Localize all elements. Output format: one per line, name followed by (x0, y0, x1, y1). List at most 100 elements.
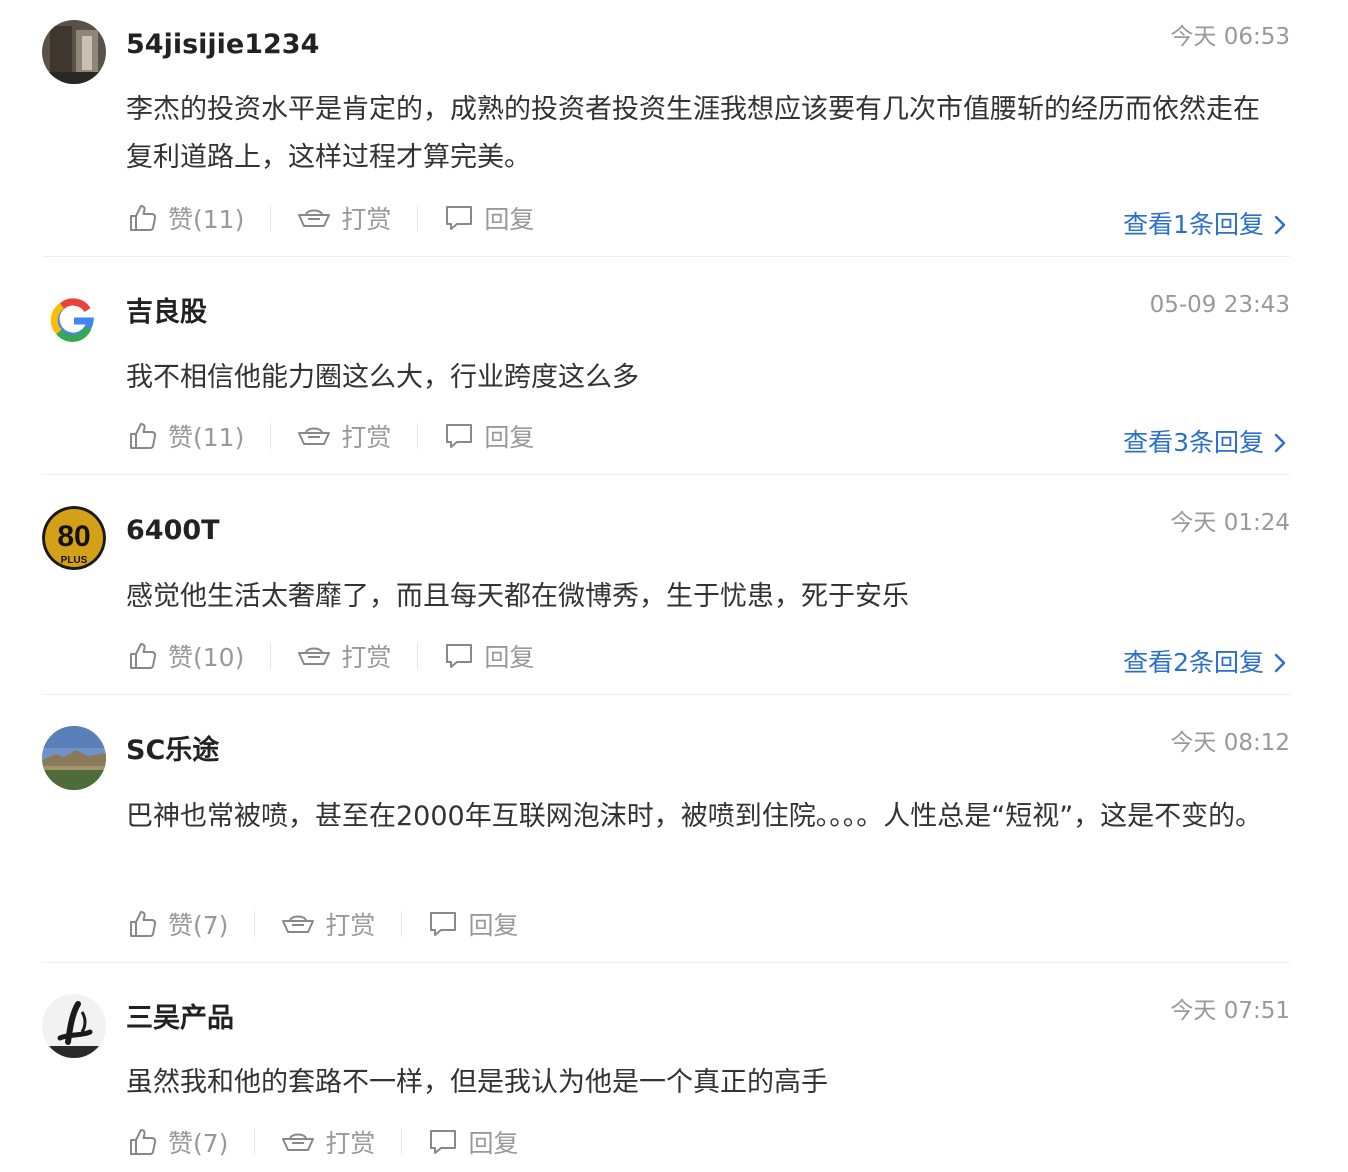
comment-text: 虽然我和他的套路不一样，但是我认为他是一个真正的高手 (126, 1067, 828, 1098)
ingot-tip-icon (282, 915, 315, 933)
avatar-image (42, 726, 106, 790)
timestamp: 今天 01:24 (1170, 510, 1290, 536)
divider (254, 1129, 256, 1155)
username[interactable]: SC乐途 (126, 734, 219, 768)
tip-button[interactable]: 打赏 (297, 200, 391, 236)
like-button[interactable]: 赞(7) (128, 1124, 228, 1160)
action-bar: 赞(11) 打赏 回复 (128, 201, 534, 235)
like-count: 赞(11) (168, 423, 245, 452)
divider (254, 911, 256, 937)
tip-button[interactable]: 打赏 (297, 638, 391, 674)
comment-divider (42, 694, 1290, 695)
divider (270, 423, 272, 449)
username[interactable]: 吉良股 (126, 296, 207, 330)
divider (417, 643, 419, 669)
reply-button[interactable]: 回复 (428, 906, 518, 942)
reply-button[interactable]: 回复 (428, 1124, 518, 1160)
reply-label: 回复 (484, 205, 535, 234)
comment-divider (42, 962, 1290, 963)
avatar[interactable] (42, 726, 106, 790)
speech-bubble-icon (446, 644, 473, 668)
thumbs-up-icon (130, 911, 157, 937)
like-button[interactable]: 赞(7) (128, 906, 228, 942)
divider (270, 643, 272, 669)
action-bar: 赞(10) 打赏 回复 (128, 639, 534, 673)
comment-divider (42, 474, 1290, 475)
reply-label: 回复 (468, 911, 519, 940)
divider (270, 205, 272, 231)
like-button[interactable]: 赞(10) (128, 638, 244, 674)
view-replies-link[interactable]: 查看2条回复 (1123, 646, 1286, 680)
comment-text: 巴神也常被喷，甚至在2000年互联网泡沫时，被喷到住院。。。。人性总是“短视”，… (126, 801, 1263, 832)
ingot-tip-icon (298, 427, 331, 445)
ingot-tip-icon (298, 647, 331, 665)
divider (401, 911, 403, 937)
action-bar: 赞(7) 打赏 回复 (128, 907, 518, 941)
thumbs-up-icon (130, 1129, 157, 1155)
reply-label: 回复 (484, 423, 535, 452)
80-plus-logo-icon: 80 PLUS (42, 506, 106, 570)
avatar[interactable] (42, 20, 106, 84)
avatar-subtext: PLUS (61, 555, 88, 566)
avatar-image (42, 994, 106, 1058)
chevron-right-icon (1274, 653, 1286, 673)
reply-label: 回复 (484, 643, 535, 672)
thumbs-up-icon (130, 423, 157, 449)
avatar-number: 80 (57, 520, 90, 553)
view-replies-label: 查看1条回复 (1123, 210, 1264, 239)
reply-button[interactable]: 回复 (444, 638, 534, 674)
action-bar: 赞(7) 打赏 回复 (128, 1125, 518, 1159)
chevron-right-icon (1274, 215, 1286, 235)
avatar-image (42, 20, 106, 84)
comment-text: 我不相信他能力圈这么大，行业跨度这么多 (126, 362, 639, 393)
like-button[interactable]: 赞(11) (128, 200, 244, 236)
speech-bubble-icon (446, 206, 473, 230)
view-replies-link[interactable]: 查看3条回复 (1123, 426, 1286, 460)
timestamp: 05-09 23:43 (1149, 292, 1290, 318)
comment-text: 李杰的投资水平是肯定的，成熟的投资者投资生涯我想应该要有几次市值腰斩的经历而依然… (126, 94, 1260, 173)
like-button[interactable]: 赞(11) (128, 418, 244, 454)
tip-button[interactable]: 打赏 (297, 418, 391, 454)
google-logo-icon (50, 298, 94, 342)
divider (401, 1129, 403, 1155)
tip-button[interactable]: 打赏 (281, 1124, 375, 1160)
divider (417, 423, 419, 449)
view-replies-link[interactable]: 查看1条回复 (1123, 208, 1286, 242)
reply-label: 回复 (468, 1129, 519, 1158)
timestamp: 今天 08:12 (1170, 730, 1290, 756)
divider (417, 205, 419, 231)
like-count: 赞(7) (168, 911, 229, 940)
tip-label: 打赏 (325, 911, 376, 940)
action-bar: 赞(11) 打赏 回复 (128, 419, 534, 453)
username[interactable]: 54jisijie1234 (126, 28, 319, 62)
view-replies-label: 查看3条回复 (1123, 428, 1264, 457)
tip-label: 打赏 (325, 1129, 376, 1158)
avatar[interactable] (42, 288, 106, 352)
timestamp: 今天 07:51 (1170, 998, 1290, 1024)
comment-text: 感觉他生活太奢靡了，而且每天都在微博秀，生于忧患，死于安乐 (126, 581, 909, 612)
speech-bubble-icon (446, 424, 473, 448)
reply-button[interactable]: 回复 (444, 418, 534, 454)
ingot-tip-icon (298, 209, 331, 227)
tip-label: 打赏 (341, 423, 392, 452)
timestamp: 今天 06:53 (1170, 24, 1290, 50)
comment-divider (42, 256, 1290, 257)
view-replies-label: 查看2条回复 (1123, 648, 1264, 677)
chevron-right-icon (1274, 433, 1286, 453)
reply-button[interactable]: 回复 (444, 200, 534, 236)
speech-bubble-icon (430, 1130, 457, 1154)
avatar[interactable] (42, 994, 106, 1058)
like-count: 赞(11) (168, 205, 245, 234)
like-count: 赞(7) (168, 1129, 229, 1158)
tip-label: 打赏 (341, 643, 392, 672)
thumbs-up-icon (130, 205, 157, 231)
avatar[interactable]: 80 PLUS (42, 506, 106, 570)
username[interactable]: 6400T (126, 514, 220, 548)
tip-label: 打赏 (341, 205, 392, 234)
like-count: 赞(10) (168, 643, 245, 672)
speech-bubble-icon (430, 912, 457, 936)
tip-button[interactable]: 打赏 (281, 906, 375, 942)
ingot-tip-icon (282, 1133, 315, 1151)
thumbs-up-icon (130, 643, 157, 669)
username[interactable]: 三吴产品 (126, 1002, 234, 1036)
